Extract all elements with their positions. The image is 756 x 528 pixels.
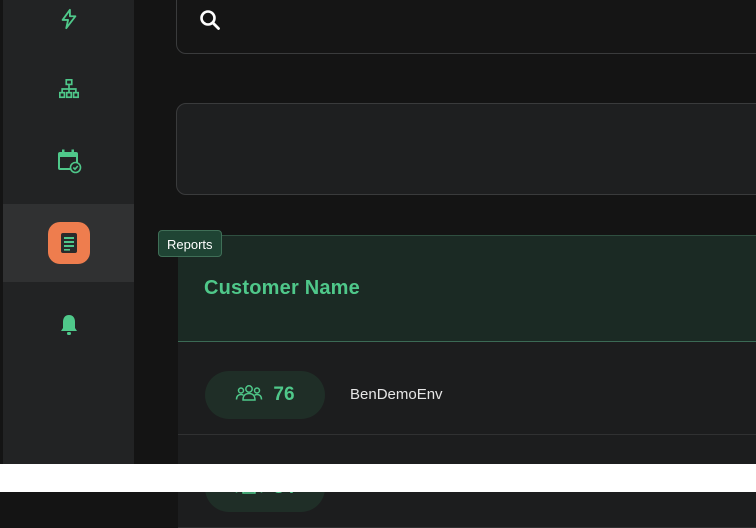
customer-table: Customer Name 76 BenDemoEnv bbox=[178, 235, 756, 528]
search-icon bbox=[199, 9, 221, 36]
search-input[interactable] bbox=[176, 0, 756, 54]
filter-panel bbox=[176, 103, 756, 195]
bell-icon bbox=[53, 309, 85, 341]
user-count-badge: 76 bbox=[205, 371, 325, 419]
table-row[interactable]: 76 BenDemoEnv bbox=[178, 342, 756, 435]
sidebar-item-notifications[interactable] bbox=[3, 286, 134, 364]
user-count: 76 bbox=[273, 384, 295, 405]
users-icon bbox=[235, 384, 263, 407]
reports-icon bbox=[53, 227, 85, 259]
column-header-customer-name[interactable]: Customer Name bbox=[204, 277, 360, 300]
screen-edge bbox=[0, 464, 756, 492]
sidebar-item-schedule[interactable] bbox=[3, 122, 134, 200]
sidebar-item-reports[interactable] bbox=[3, 204, 134, 282]
reports-tooltip: Reports bbox=[158, 230, 222, 257]
reports-button-bg bbox=[47, 222, 90, 264]
hierarchy-icon bbox=[53, 73, 85, 105]
sidebar bbox=[3, 0, 134, 464]
table-header: Customer Name bbox=[178, 235, 756, 342]
calendar-check-icon bbox=[53, 145, 85, 177]
lightning-icon bbox=[53, 3, 85, 35]
customer-name[interactable]: BenDemoEnv bbox=[350, 386, 443, 403]
sidebar-item-hierarchy[interactable] bbox=[3, 50, 134, 128]
